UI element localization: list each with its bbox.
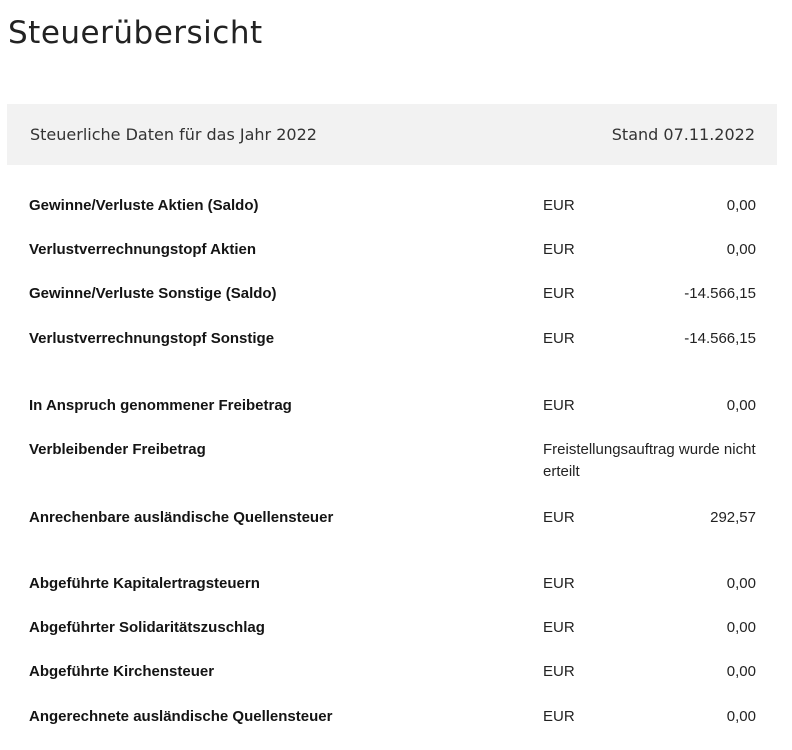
page-title: Steuerübersicht bbox=[8, 15, 263, 51]
row-value: -14.566,15 bbox=[684, 285, 756, 302]
row-label: Verlustverrechnungstopf Sonstige bbox=[29, 330, 275, 347]
row-value: 0,00 bbox=[726, 575, 756, 592]
row-label: In Anspruch genommener Freibetrag bbox=[29, 397, 292, 414]
row-value: 0,00 bbox=[726, 397, 756, 414]
row-label: Verbleibender Freibetrag bbox=[29, 441, 206, 458]
row-currency: EUR bbox=[543, 241, 575, 258]
row-value: 0,00 bbox=[726, 197, 756, 214]
row-label: Abgeführter Solidaritätszuschlag bbox=[29, 619, 265, 636]
row-label: Gewinne/Verluste Sonstige (Saldo) bbox=[29, 285, 277, 302]
row-label: Gewinne/Verluste Aktien (Saldo) bbox=[29, 197, 259, 214]
row-currency: EUR bbox=[543, 575, 575, 592]
row-currency: EUR bbox=[543, 663, 575, 680]
tax-year-header: Steuerliche Daten für das Jahr 2022 Stan… bbox=[7, 104, 777, 165]
row-label: Verlustverrechnungstopf Aktien bbox=[29, 241, 256, 258]
row-value: 0,00 bbox=[726, 708, 756, 725]
row-currency: EUR bbox=[543, 619, 575, 636]
row-currency: EUR bbox=[543, 197, 575, 214]
status-date: Stand 07.11.2022 bbox=[611, 125, 755, 144]
row-note: Freistellungsauftrag wurde nicht erteilt bbox=[543, 441, 756, 480]
row-currency: EUR bbox=[543, 708, 575, 725]
row-label: Angerechnete ausländische Quellensteuer bbox=[29, 708, 333, 725]
row-value: 292,57 bbox=[710, 509, 756, 526]
row-label: Anrechenbare ausländische Quellensteuer bbox=[29, 509, 334, 526]
row-value: 0,00 bbox=[726, 663, 756, 680]
row-currency: EUR bbox=[543, 285, 575, 302]
row-value: 0,00 bbox=[726, 619, 756, 636]
row-currency: EUR bbox=[543, 397, 575, 414]
row-label: Abgeführte Kirchensteuer bbox=[29, 663, 215, 680]
row-value: 0,00 bbox=[726, 241, 756, 258]
tax-year-label: Steuerliche Daten für das Jahr 2022 bbox=[30, 125, 317, 144]
row-value: -14.566,15 bbox=[684, 330, 756, 347]
row-currency: EUR bbox=[543, 330, 575, 347]
row-currency: EUR bbox=[543, 509, 575, 526]
row-label: Abgeführte Kapitalertragsteuern bbox=[29, 575, 260, 592]
